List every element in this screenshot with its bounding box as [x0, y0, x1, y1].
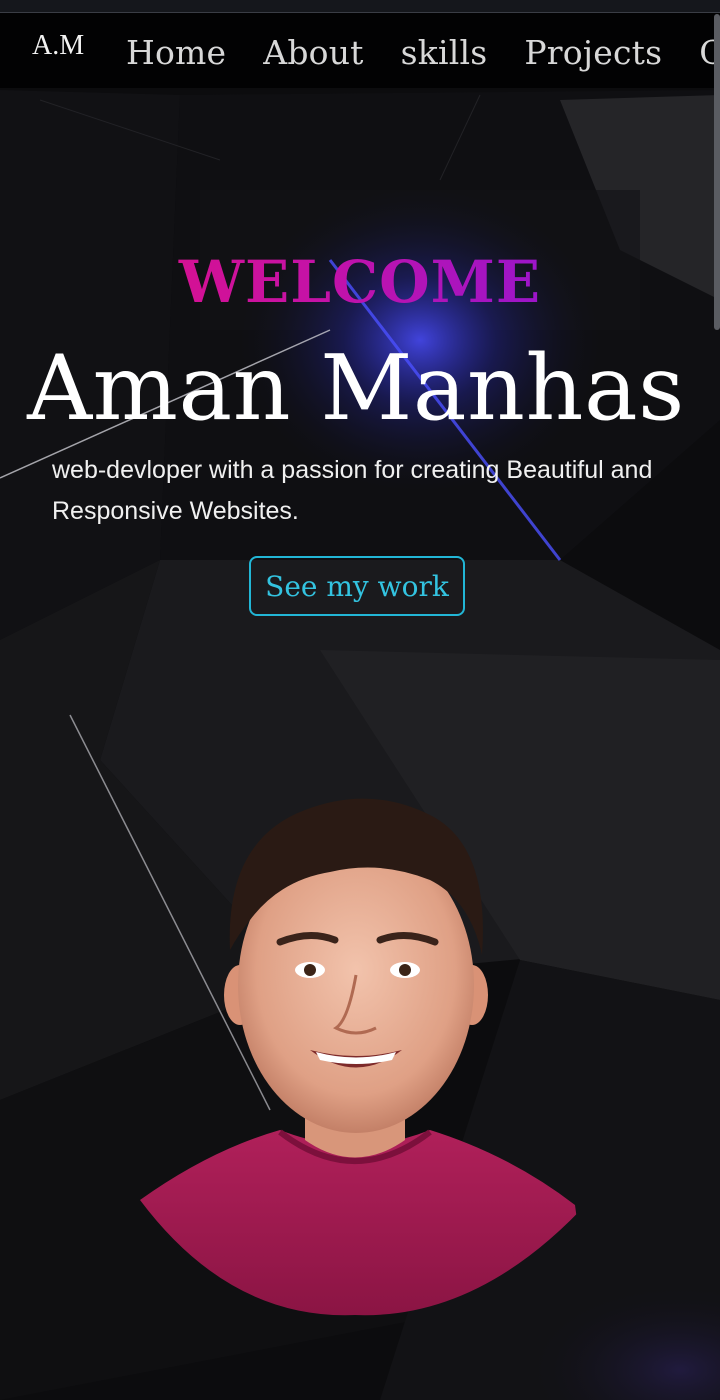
- nav-links: HomeAboutskillsProjectsContact: [126, 33, 720, 72]
- hero-name: Aman Manhas: [27, 336, 685, 441]
- site-logo[interactable]: A.M: [32, 30, 84, 62]
- nav-link-projects[interactable]: Projects: [524, 33, 662, 72]
- window-top-bar: [0, 0, 720, 13]
- nav-link-about[interactable]: About: [263, 33, 363, 72]
- nav-link-skills[interactable]: skills: [401, 33, 488, 72]
- welcome-heading: WELCOME: [0, 248, 720, 316]
- hero-tagline: web-devloper with a passion for creating…: [52, 456, 653, 525]
- navbar: A.M HomeAboutskillsProjectsContact: [0, 13, 720, 88]
- see-my-work-button[interactable]: See my work: [249, 556, 465, 616]
- nav-link-home[interactable]: Home: [126, 33, 226, 72]
- profile-photo: [130, 798, 590, 1316]
- portfolio-page: A.M HomeAboutskillsProjectsContact WELCO…: [0, 0, 720, 1400]
